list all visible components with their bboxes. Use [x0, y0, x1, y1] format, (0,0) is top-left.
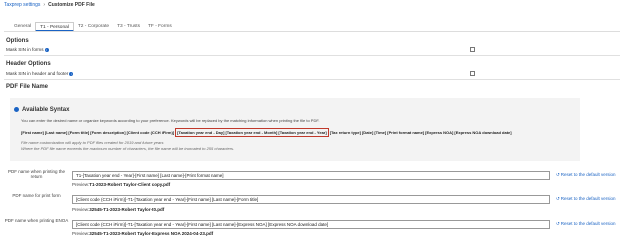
- divider: [4, 55, 620, 56]
- keyword: [Print format name]: [387, 130, 425, 135]
- keyword: [Date]: [361, 130, 374, 135]
- keyword: [First name]: [21, 130, 44, 135]
- highlighted-keyword-group: [Taxation year end - Day] [Taxation year…: [175, 128, 329, 137]
- preview-value: 32545-T1-2023-Robert Taylor-t0.pdf: [89, 207, 165, 212]
- keyword: [Client code (CCH iFirm)]: [126, 130, 175, 135]
- syntax-title: Available Syntax: [14, 107, 69, 113]
- keyword: [Express NOA download date]: [454, 130, 512, 135]
- header-options-title: Header Options: [6, 61, 51, 67]
- mask-sin-forms-text: Mask SIN in forms: [6, 47, 44, 52]
- info-icon[interactable]: i: [44, 47, 49, 52]
- keyword: [Taxation year end - Year]: [278, 130, 327, 135]
- reset-print-form-button[interactable]: ↺Reset to the default version: [556, 196, 616, 202]
- pdf-name-print-enoa-input[interactable]: [Client code (CCH iFirm)]-T1-[Taxation y…: [72, 220, 550, 229]
- keyword: [Last name]: [44, 130, 68, 135]
- breadcrumb: Taxprep settings › Customize PDF File: [4, 2, 95, 8]
- keyword: [Time]: [374, 130, 387, 135]
- pdf-name-print-return-input[interactable]: T1-[Taxation year end - Year]-[First nam…: [72, 171, 550, 180]
- syntax-note-1: File name customization will apply to PD…: [21, 140, 164, 145]
- reset-print-enoa-button[interactable]: ↺Reset to the default version: [556, 221, 616, 227]
- pdf-file-name-title: PDF File Name: [6, 84, 49, 90]
- breadcrumb-separator: ›: [43, 2, 46, 8]
- reset-icon: ↺: [556, 196, 560, 201]
- divider: [4, 79, 620, 80]
- reset-label: Reset to the default version: [560, 221, 616, 226]
- options-title: Options: [6, 38, 29, 44]
- keyword: [Tax return type]: [329, 130, 361, 135]
- breadcrumb-current: Customize PDF File: [48, 2, 95, 8]
- pdf-name-print-form-input[interactable]: [Client code (CCH iFirm)]-T1-[Taxation y…: [72, 195, 550, 204]
- preview-value: 32545-T1-2023-Robert Taylor-Express NOA …: [89, 231, 214, 236]
- reset-label: Reset to the default version: [560, 172, 616, 177]
- mask-sin-header-text: Mask SIN in header and footer: [6, 71, 69, 76]
- bullet-icon: [14, 107, 19, 112]
- preview-value: T1-2023-Robert Taylor-Client copy.pdf: [89, 182, 171, 187]
- mask-sin-forms-label: Mask SIN in forms i: [6, 47, 49, 52]
- preview-print-form: Preview:32545-T1-2023-Robert Taylor-t0.p…: [72, 207, 164, 212]
- mask-sin-header-checkbox[interactable]: [470, 71, 475, 76]
- syntax-title-text: Available Syntax: [22, 107, 70, 114]
- preview-label: Preview:: [72, 182, 90, 187]
- preview-label: Preview:: [72, 207, 90, 212]
- reset-print-return-button[interactable]: ↺Reset to the default version: [556, 172, 616, 178]
- mask-sin-forms-checkbox[interactable]: [470, 47, 475, 52]
- keyword-list: [First name] [Last name] [Form title] [F…: [21, 128, 512, 137]
- keyword: [Form title]: [68, 130, 90, 135]
- breadcrumb-link-taxprep-settings[interactable]: Taxprep settings: [4, 2, 40, 8]
- field-label-print-form: PDF name for print form: [12, 193, 61, 198]
- syntax-description: You can enter the desired name or organi…: [21, 118, 320, 123]
- field-label-print-return: PDF name when printing the return: [7, 169, 66, 179]
- keyword: [Taxation year end - Month]: [225, 130, 278, 135]
- field-label-print-enoa: PDF name when printing ENOA: [4, 218, 69, 223]
- mask-sin-header-label: Mask SIN in header and footer i: [6, 71, 74, 76]
- preview-print-return: Preview:T1-2023-Robert Taylor-Client cop…: [72, 182, 170, 187]
- reset-icon: ↺: [556, 172, 560, 177]
- reset-icon: ↺: [556, 221, 560, 226]
- keyword: [Express NOA]: [425, 130, 454, 135]
- reset-label: Reset to the default version: [560, 196, 616, 201]
- keyword: [Taxation year end - Day]: [177, 130, 225, 135]
- info-icon[interactable]: i: [69, 71, 74, 76]
- preview-label: Preview:: [72, 231, 90, 236]
- tab-divider: [4, 31, 620, 32]
- syntax-note-2: Where the PDF file name exceeds the maxi…: [21, 146, 235, 151]
- keyword: [Form description]: [90, 130, 126, 135]
- preview-print-enoa: Preview:32545-T1-2023-Robert Taylor-Expr…: [72, 231, 213, 236]
